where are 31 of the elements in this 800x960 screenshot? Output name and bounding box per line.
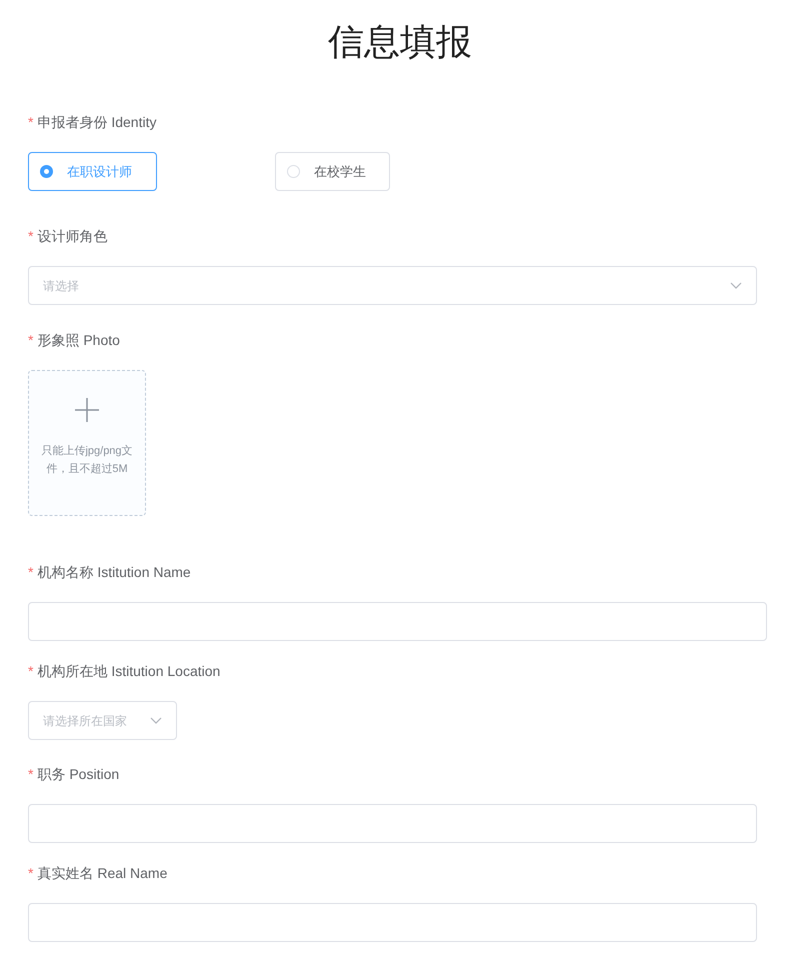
field-label: 申报者身份 Identity bbox=[37, 112, 156, 132]
field-label: 机构名称 Istitution Name bbox=[37, 562, 191, 582]
radio-option[interactable]: 在职设计师 bbox=[28, 152, 157, 191]
select-placeholder: 请选择所在国家 bbox=[43, 712, 127, 730]
field-label: 机构所在地 Istitution Location bbox=[37, 662, 220, 680]
field-label: 真实姓名 Real Name bbox=[37, 864, 168, 882]
chevron-down-icon bbox=[150, 716, 162, 724]
field-label: 职务 Position bbox=[37, 764, 120, 784]
required-mark: * bbox=[28, 764, 34, 784]
select-field[interactable]: 请选择所在国家 bbox=[28, 701, 177, 740]
select-field[interactable]: 请选择 bbox=[28, 266, 757, 305]
required-mark: * bbox=[28, 112, 34, 132]
radio-option[interactable]: 在校学生 bbox=[275, 152, 390, 191]
text-field[interactable] bbox=[28, 602, 767, 641]
upload-hint: 只能上传jpg/png文件，且不超过5M bbox=[40, 444, 134, 477]
plus-icon bbox=[75, 398, 99, 422]
radio-icon bbox=[40, 165, 53, 178]
upload-area[interactable]: 只能上传jpg/png文件，且不超过5M bbox=[28, 370, 146, 516]
required-mark: * bbox=[28, 662, 34, 680]
text-field[interactable] bbox=[28, 903, 757, 942]
text-field[interactable] bbox=[28, 804, 757, 843]
required-mark: * bbox=[28, 330, 34, 350]
required-mark: * bbox=[28, 864, 34, 882]
required-mark: * bbox=[28, 226, 34, 246]
field-label: 形象照 Photo bbox=[37, 330, 120, 350]
radio-icon bbox=[287, 165, 300, 178]
page-title: 信息填报 bbox=[327, 20, 473, 64]
select-placeholder: 请选择 bbox=[43, 278, 79, 294]
chevron-down-icon bbox=[730, 282, 742, 290]
field-label: 设计师角色 bbox=[37, 226, 108, 246]
required-mark: * bbox=[28, 562, 34, 582]
